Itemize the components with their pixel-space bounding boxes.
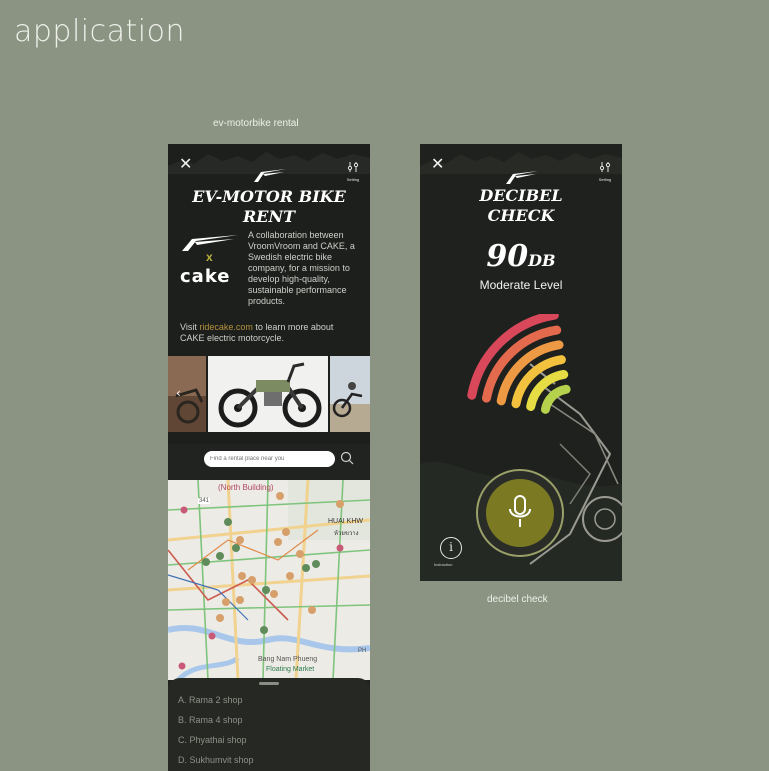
decibel-title-line2: CHECK xyxy=(487,206,555,225)
page-title: application xyxy=(14,14,185,49)
map-roads xyxy=(168,480,370,680)
collaboration-block: x cake A collaboration between VroomVroo… xyxy=(180,230,360,320)
rental-title-line1: EV-MOTOR BIKE xyxy=(192,187,346,206)
sheet-drag-handle[interactable] xyxy=(259,682,279,685)
meter-arc-5 xyxy=(540,384,571,414)
decibel-title-line1: DECIBEL xyxy=(479,186,563,205)
setting-label: Setting xyxy=(346,177,360,182)
shop-item-c[interactable]: C. Phyathai shop xyxy=(178,735,247,745)
map-label-ph: PH xyxy=(358,648,367,654)
rental-title-line2: RENT xyxy=(242,207,296,226)
gallery-image-next[interactable] xyxy=(330,356,370,432)
collab-paragraph: A collaboration between VroomVroom and C… xyxy=(248,230,355,306)
rental-map[interactable]: (North Building) HUAI KHW ห้วยขวาง Bang … xyxy=(168,480,370,680)
close-icon-2[interactable]: ✕ xyxy=(431,156,444,172)
map-label-north-building: (North Building) xyxy=(218,483,274,492)
shop-list-sheet: A. Rama 2 shop B. Rama 4 shop C. Phyatha… xyxy=(168,678,370,771)
caption-ev-motorbike-rental: ev-motorbike rental xyxy=(213,118,299,129)
ridecake-link[interactable]: ridecake.com xyxy=(199,322,253,332)
record-button-inner[interactable] xyxy=(486,479,554,547)
decibel-unit: DB xyxy=(528,251,556,270)
decibel-number: 90 xyxy=(486,239,529,274)
map-label-huai-khwang-th: ห้วยขวาง xyxy=(334,531,359,537)
bike-gallery[interactable]: ‹ xyxy=(168,356,370,432)
map-label-route-341: 341 xyxy=(198,498,211,504)
vroom-logo-icon xyxy=(254,169,286,182)
gallery-image-prev[interactable] xyxy=(168,356,206,432)
decibel-meter xyxy=(467,314,571,414)
record-button[interactable] xyxy=(476,469,564,557)
caption-decibel-check: decibel check xyxy=(487,594,548,605)
search-input[interactable] xyxy=(204,451,335,467)
gallery-image-main[interactable] xyxy=(208,356,328,432)
gallery-prev-arrow-icon[interactable]: ‹ xyxy=(176,386,181,400)
decibel-reading: 90DB xyxy=(420,239,622,274)
shop-item-b[interactable]: B. Rama 4 shop xyxy=(178,715,243,725)
decibel-check-screen: ✕ Setting DECIBEL CHECK 90DB Moderate Le… xyxy=(420,144,622,581)
map-label-bang-nam-phueng: Bang Nam Phueng xyxy=(258,656,318,663)
setting-button[interactable]: Setting xyxy=(342,157,364,182)
microphone-icon xyxy=(509,495,531,527)
shop-item-a[interactable]: A. Rama 2 shop xyxy=(178,695,243,705)
map-label-huai-khwang: HUAI KHW xyxy=(328,518,363,525)
visit-prefix: Visit xyxy=(180,322,200,332)
close-icon[interactable]: ✕ xyxy=(179,156,192,172)
collaboration-text: A collaboration between VroomVroom and C… xyxy=(180,230,356,307)
search-row xyxy=(168,444,370,480)
sliders-icon xyxy=(347,162,359,172)
setting-button-2[interactable]: Setting xyxy=(594,157,616,182)
search-icon[interactable] xyxy=(340,451,354,465)
visit-text: Visit ridecake.com to learn more about C… xyxy=(180,322,360,344)
vroom-logo-icon-2 xyxy=(506,171,538,184)
setting-label-2: Setting xyxy=(598,177,612,182)
map-label-floating-market: Floating Market xyxy=(266,666,315,673)
shop-item-d[interactable]: D. Sukhumvit shop xyxy=(178,755,254,765)
header-panel: ✕ Setting EV-MOTOR BIKE RENT x cake A co… xyxy=(168,144,370,444)
info-icon[interactable]: i xyxy=(440,537,462,559)
ev-rental-screen: ✕ Setting EV-MOTOR BIKE RENT x cake A co… xyxy=(168,144,370,771)
decibel-level-text: Moderate Level xyxy=(479,278,563,292)
instruction-label: Instruction xyxy=(434,562,453,567)
sliders-icon-2 xyxy=(599,162,611,172)
